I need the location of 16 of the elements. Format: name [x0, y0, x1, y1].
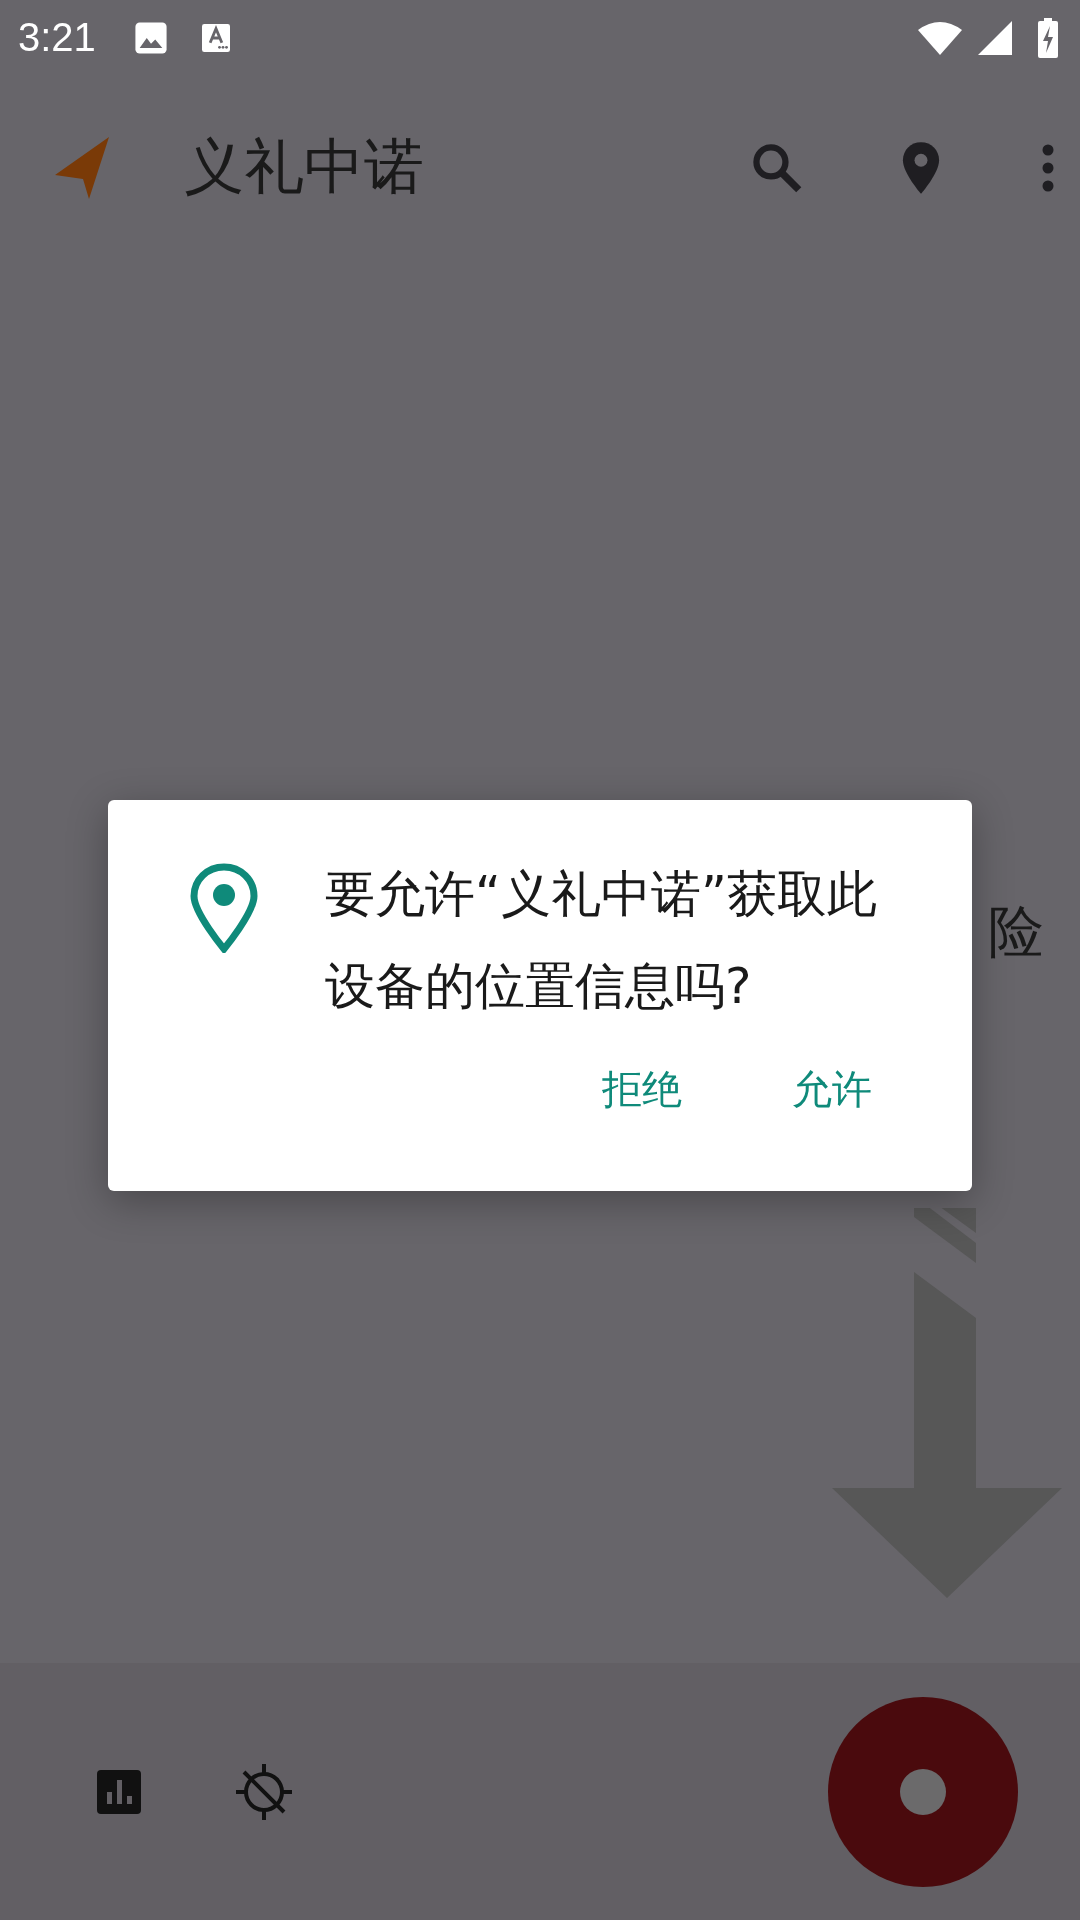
signal-icon	[978, 20, 1012, 55]
chart-button[interactable]	[97, 1769, 141, 1814]
battery-icon	[1038, 17, 1058, 58]
dialog-message: 要允许“义礼中诺”获取此设备的位置信息吗?	[325, 864, 878, 1017]
status-time: 3:21	[18, 15, 96, 60]
location-off-button[interactable]	[236, 1763, 292, 1820]
text-icon	[201, 22, 230, 53]
dialog-button[interactable]: 拒绝	[602, 1062, 682, 1117]
wifi-icon	[918, 20, 962, 55]
partial-text: 险	[988, 898, 1044, 966]
image-icon	[133, 20, 168, 55]
app-title: 义礼中诺	[184, 130, 424, 203]
more-options-button[interactable]	[1042, 143, 1054, 192]
navigation-arrow-icon	[55, 136, 109, 199]
location-pin-icon	[190, 863, 258, 953]
dialog-button[interactable]: 允许	[792, 1062, 872, 1117]
